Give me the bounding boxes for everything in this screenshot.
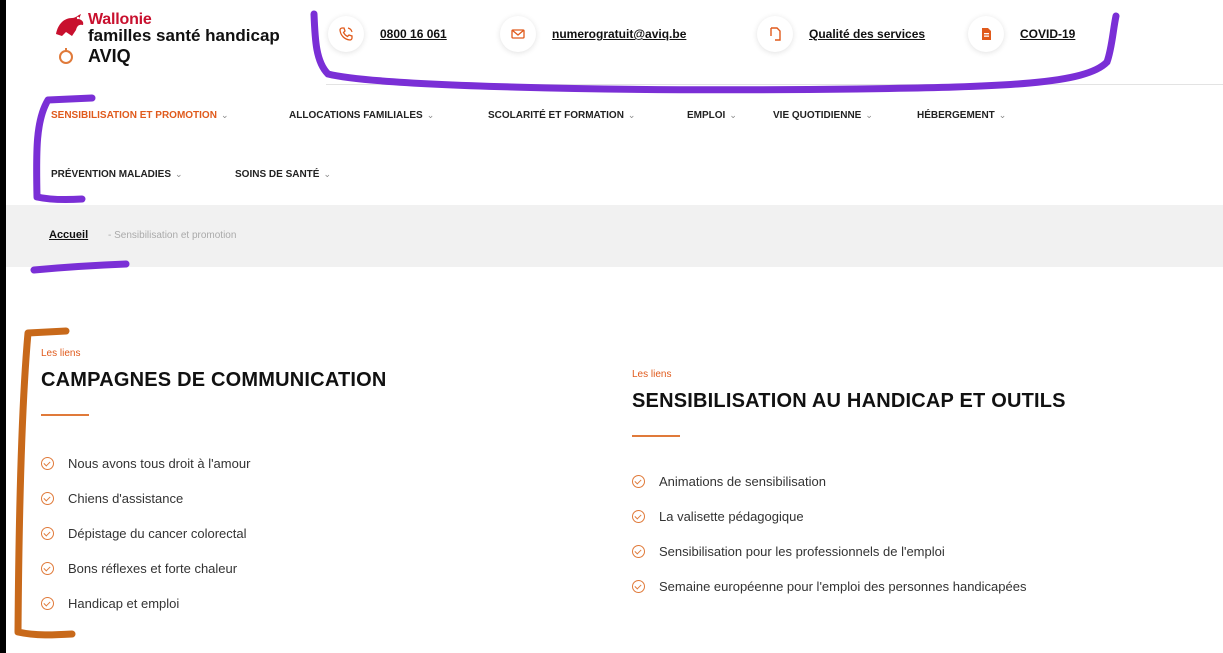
contact-phone: 0800 16 061 [328,16,447,52]
sensibilisation-list: Animations de sensibilisation La valiset… [632,464,1026,604]
section-title: SENSIBILISATION AU HANDICAP ET OUTILS [632,390,1066,412]
nav-label: SENSIBILISATION ET PROMOTION [51,110,217,121]
nav-label: SCOLARITÉ ET FORMATION [488,110,624,121]
aviq-mark-icon [59,48,73,64]
nav-label: SOINS DE SANTÉ [235,169,320,180]
contact-quality: Qualité des services [757,16,925,52]
email-link[interactable]: numerogratuit@aviq.be [552,27,686,41]
chevron-down-icon: ⌄ [220,110,229,120]
nav-hebergement[interactable]: HÉBERGEMENT ⌄ [917,110,1006,121]
check-circle-icon [41,527,54,540]
section-title: CAMPAGNES DE COMMUNICATION [41,369,387,391]
list-item[interactable]: Handicap et emploi [41,586,250,621]
nav-sensibilisation[interactable]: SENSIBILISATION ET PROMOTION ⌄ [51,110,228,121]
list-item[interactable]: Chiens d'assistance [41,481,250,516]
chevron-down-icon: ⌄ [323,169,332,179]
list-item-label: Animations de sensibilisation [659,474,826,489]
list-item-label: Sensibilisation pour les professionnels … [659,544,945,559]
covid-link[interactable]: COVID-19 [1020,27,1075,41]
nav-label: ALLOCATIONS FAMILIALES [289,110,423,121]
nav-vie-quotidienne[interactable]: VIE QUOTIDIENNE ⌄ [773,110,873,121]
list-item-label: Nous avons tous droit à l'amour [68,456,251,471]
document-icon [757,16,793,52]
list-item[interactable]: La valisette pédagogique [632,499,1026,534]
check-circle-icon [632,545,645,558]
chevron-down-icon: ⌄ [426,110,435,120]
breadcrumb-home-link[interactable]: Accueil [49,229,88,241]
list-item-label: La valisette pédagogique [659,509,804,524]
check-circle-icon [41,597,54,610]
contact-email: numerogratuit@aviq.be [500,16,686,52]
mail-icon [500,16,536,52]
list-item-label: Handicap et emploi [68,596,180,611]
chevron-down-icon: ⌄ [729,110,737,120]
rooster-icon [56,14,84,36]
contact-covid: COVID-19 [968,16,1075,52]
phone-link[interactable]: 0800 16 061 [380,27,447,41]
list-item[interactable]: Semaine européenne pour l'emploi des per… [632,569,1026,604]
chevron-down-icon: ⌄ [627,110,636,120]
campagnes-list: Nous avons tous droit à l'amour Chiens d… [41,446,250,621]
chevron-down-icon: ⌄ [175,169,183,179]
logo-line-tagline: familles santé handicap [88,26,280,45]
list-item[interactable]: Nous avons tous droit à l'amour [41,446,250,481]
file-icon [968,16,1004,52]
nav-emploi[interactable]: EMPLOI ⌄ [687,110,737,121]
check-circle-icon [41,492,54,505]
header: Wallonie familles santé handicap AVIQ 08… [6,0,1223,78]
check-circle-icon [632,510,645,523]
check-circle-icon [41,457,54,470]
chevron-down-icon: ⌄ [865,110,873,120]
header-divider [326,84,1223,85]
nav-prevention[interactable]: PRÉVENTION MALADIES ⌄ [51,169,183,180]
quality-link[interactable]: Qualité des services [809,27,925,41]
section-sensibilisation: Les liens SENSIBILISATION AU HANDICAP ET… [632,369,1066,437]
chevron-down-icon: ⌄ [998,110,1007,120]
nav-label: HÉBERGEMENT [917,110,995,121]
logo[interactable]: Wallonie familles santé handicap AVIQ [50,10,310,70]
section-eyebrow: Les liens [632,369,672,380]
list-item[interactable]: Bons réflexes et forte chaleur [41,551,250,586]
section-campagnes: Les liens CAMPAGNES DE COMMUNICATION [41,348,387,416]
list-item-label: Chiens d'assistance [68,491,184,506]
nav-scolarite[interactable]: SCOLARITÉ ET FORMATION ⌄ [488,110,635,121]
list-item[interactable]: Dépistage du cancer colorectal [41,516,250,551]
check-circle-icon [632,475,645,488]
logo-aviq: AVIQ [88,46,131,66]
breadcrumb-separator: - [108,230,112,241]
breadcrumb-current-label: Sensibilisation et promotion [114,230,237,241]
list-item-label: Semaine européenne pour l'emploi des per… [659,579,1027,594]
page: Wallonie familles santé handicap AVIQ 08… [6,0,1223,653]
list-item-label: Dépistage du cancer colorectal [68,526,247,541]
check-circle-icon [632,580,645,593]
section-rule [41,414,89,416]
breadcrumb-current: - Sensibilisation et promotion [108,230,236,241]
check-circle-icon [41,562,54,575]
nav-soins[interactable]: SOINS DE SANTÉ ⌄ [235,169,331,180]
phone-icon [328,16,364,52]
section-eyebrow: Les liens [41,348,81,359]
list-item[interactable]: Animations de sensibilisation [632,464,1026,499]
section-rule [632,435,680,437]
breadcrumb: Accueil - Sensibilisation et promotion [6,205,1223,267]
nav-label: PRÉVENTION MALADIES [51,169,172,180]
nav-label: EMPLOI [687,110,726,121]
list-item-label: Bons réflexes et forte chaleur [68,561,238,576]
list-item[interactable]: Sensibilisation pour les professionnels … [632,534,1026,569]
nav-label: VIE QUOTIDIENNE [773,110,862,121]
nav-allocations[interactable]: ALLOCATIONS FAMILIALES ⌄ [289,110,434,121]
